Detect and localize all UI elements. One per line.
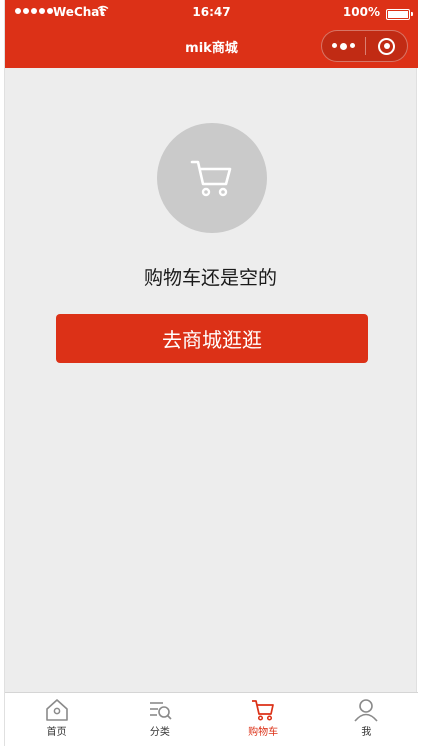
battery-icon — [386, 9, 413, 20]
tab-me[interactable]: 我 — [315, 693, 418, 746]
home-icon — [45, 699, 68, 721]
tab-bar: 首页 分类 购物车 我 — [5, 692, 418, 746]
tab-home-label: 首页 — [46, 727, 67, 738]
mini-program-capsule — [321, 30, 408, 62]
app-frame: WeChat 16:47 100% mik商城 购物车还是空的 去商城逛逛 首页… — [4, 0, 418, 746]
tab-cart-label: 购物车 — [248, 727, 279, 738]
tab-home[interactable]: 首页 — [5, 693, 108, 746]
close-target-icon — [378, 37, 395, 55]
tab-category[interactable]: 分类 — [108, 693, 211, 746]
empty-cart-message: 购物车还是空的 — [143, 267, 277, 289]
user-icon — [354, 699, 378, 722]
category-icon — [149, 702, 172, 720]
tab-category-label: 分类 — [149, 727, 170, 738]
more-menu-button[interactable] — [322, 42, 365, 50]
empty-cart-illustration — [157, 123, 267, 233]
header: WeChat 16:47 100% mik商城 — [5, 0, 418, 68]
tab-me-label: 我 — [361, 727, 372, 738]
battery-percent: 100% — [342, 5, 380, 19]
cart-icon — [252, 700, 274, 721]
close-mini-program-button[interactable] — [366, 37, 407, 55]
tab-cart[interactable]: 购物车 — [212, 693, 315, 746]
empty-cart-icon — [190, 160, 232, 197]
status-bar: WeChat 16:47 100% — [5, 0, 418, 26]
go-shopping-button[interactable]: 去商城逛逛 — [56, 314, 368, 363]
